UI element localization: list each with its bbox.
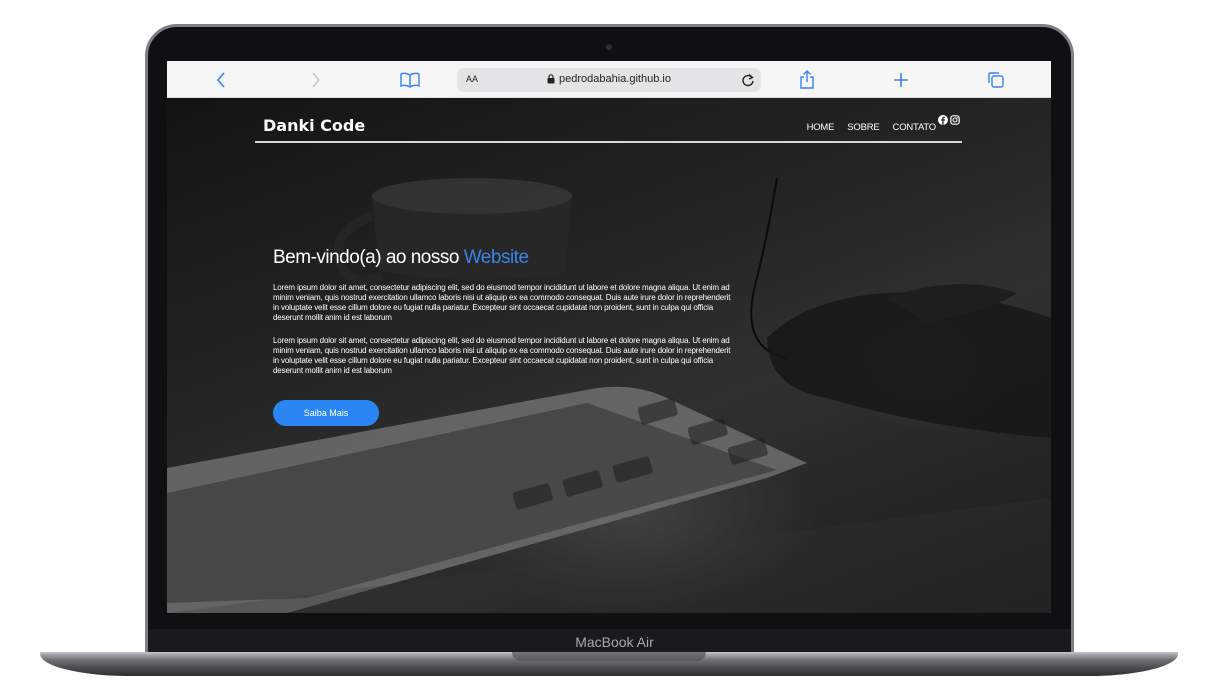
instagram-icon[interactable] (950, 110, 960, 129)
reload-icon[interactable] (741, 72, 755, 91)
browser-toolbar: AA pedrodabahia.github.io (167, 61, 1051, 98)
camera-dot (606, 44, 612, 50)
saiba-mais-button[interactable]: Saiba Mais (273, 400, 379, 426)
facebook-icon[interactable] (938, 110, 948, 129)
nav-sobre[interactable]: SOBRE (847, 122, 879, 133)
website: Danki Code HOME SOBRE CONTATO Bem-vindo(… (167, 98, 1051, 613)
laptop-notch (512, 652, 706, 661)
lock-icon (547, 74, 555, 84)
site-header: Danki Code HOME SOBRE CONTATO (255, 98, 962, 143)
hero-title-start: Bem-vindo(a) ao nosso (273, 247, 464, 268)
device-label: MacBook Air (575, 634, 654, 650)
new-tab-icon[interactable] (890, 69, 912, 91)
hero-section: Bem-vindo(a) ao nosso Website Lorem ipsu… (273, 247, 733, 376)
address-bar[interactable]: AA pedrodabahia.github.io (457, 68, 761, 92)
nav-home[interactable]: HOME (807, 122, 835, 133)
back-icon[interactable] (210, 69, 232, 91)
share-icon[interactable] (796, 69, 818, 91)
site-logo[interactable]: Danki Code (263, 116, 365, 135)
hero-paragraph-1: Lorem ipsum dolor sit amet, consectetur … (273, 283, 731, 322)
hero-paragraph-2: Lorem ipsum dolor sit amet, consectetur … (273, 336, 731, 375)
site-nav: HOME SOBRE CONTATO (807, 122, 937, 133)
tabs-icon[interactable] (985, 69, 1007, 91)
forward-icon[interactable] (305, 69, 327, 91)
hero-title-accent: Website (463, 247, 529, 268)
screen: AA pedrodabahia.github.io Danki Code HOM… (167, 61, 1051, 613)
hero-title: Bem-vindo(a) ao nosso Website (273, 247, 733, 269)
nav-contato[interactable]: CONTATO (893, 122, 937, 133)
url-text: pedrodabahia.github.io (559, 73, 671, 85)
social-links (938, 110, 960, 129)
bookmarks-icon[interactable] (399, 69, 421, 91)
